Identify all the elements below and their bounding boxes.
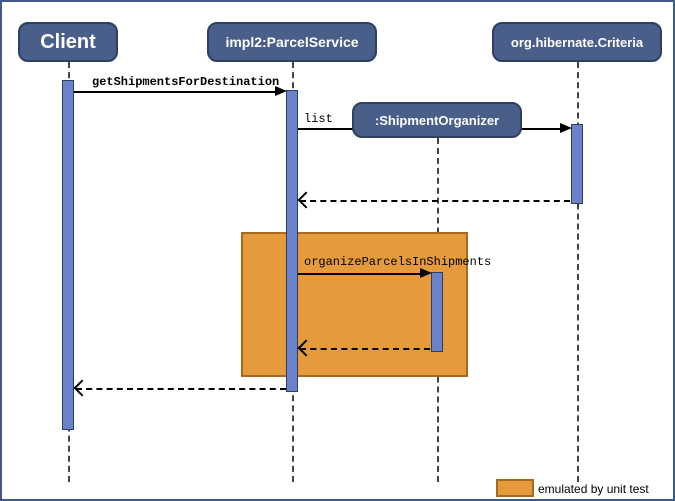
participant-hibernate-criteria: org.hibernate.Criteria bbox=[492, 22, 662, 62]
activation-shipment-organizer bbox=[431, 272, 443, 352]
sequence-diagram: Client impl2:ParcelService :ShipmentOrga… bbox=[0, 0, 675, 501]
return-list-head bbox=[298, 192, 315, 209]
return-organize-line bbox=[300, 348, 430, 350]
activation-client bbox=[62, 80, 74, 430]
activation-parcel-service bbox=[286, 90, 298, 392]
message-get-shipments-line bbox=[74, 91, 277, 93]
message-organize-head bbox=[420, 268, 432, 278]
message-list-head bbox=[560, 123, 572, 133]
message-organize-line bbox=[298, 273, 422, 275]
legend-swatch bbox=[496, 479, 534, 497]
return-to-client-line bbox=[76, 388, 286, 390]
participant-parcel-service: impl2:ParcelService bbox=[207, 22, 377, 62]
return-to-client-head bbox=[74, 380, 91, 397]
message-get-shipments-label: getShipmentsForDestination bbox=[92, 75, 279, 89]
message-list-label: list bbox=[304, 112, 333, 126]
participant-client: Client bbox=[18, 22, 118, 62]
return-list-line bbox=[300, 200, 570, 202]
legend-label: emulated by unit test bbox=[538, 482, 649, 496]
participant-shipment-organizer: :ShipmentOrganizer bbox=[352, 102, 522, 138]
activation-hibernate-criteria bbox=[571, 124, 583, 204]
message-organize-label: organizeParcelsInShipments bbox=[304, 255, 491, 269]
